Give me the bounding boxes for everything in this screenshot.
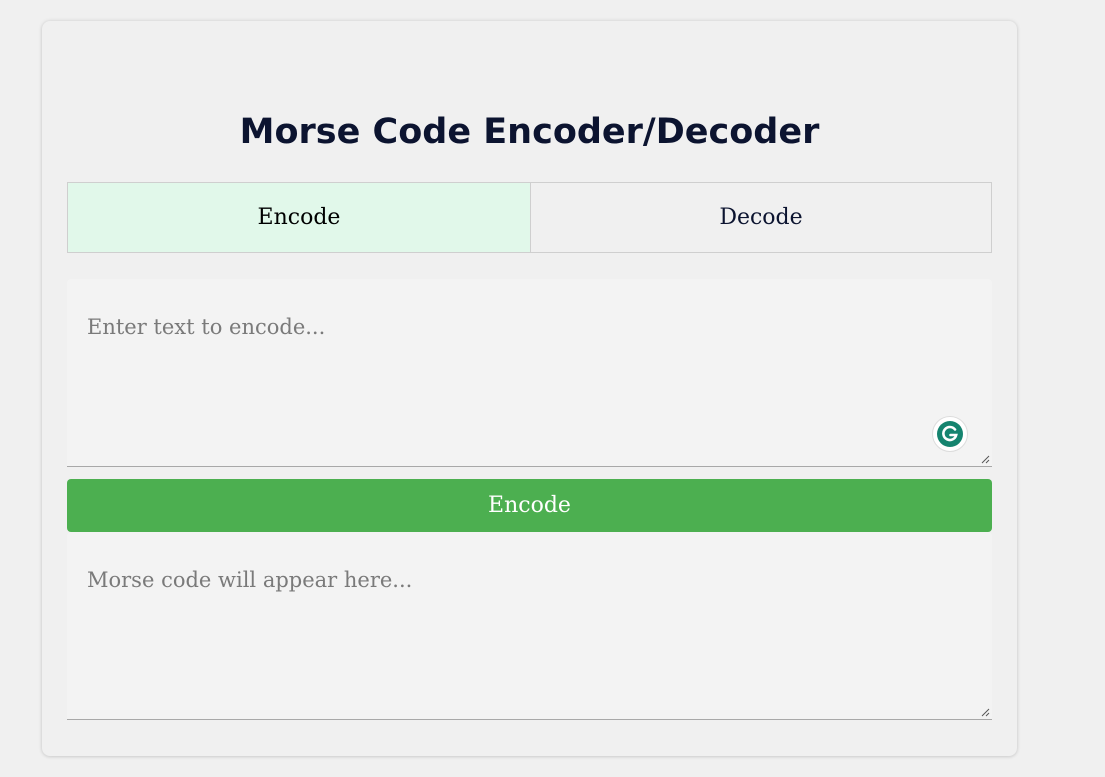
text-input[interactable] (67, 279, 992, 466)
mode-tabs: Encode Decode (67, 182, 992, 253)
grammarly-icon[interactable] (932, 416, 968, 452)
converter-card: Morse Code Encoder/Decoder Encode Decode… (42, 21, 1017, 756)
resize-handle-icon[interactable] (981, 455, 990, 464)
output-container (67, 532, 992, 720)
page-title: Morse Code Encoder/Decoder (239, 112, 820, 152)
input-container (67, 279, 992, 467)
tab-encode[interactable]: Encode (67, 182, 530, 253)
resize-handle-icon[interactable] (981, 708, 990, 717)
morse-output[interactable] (67, 532, 992, 719)
encode-button[interactable]: Encode (67, 479, 992, 532)
tab-decode[interactable]: Decode (530, 182, 992, 253)
